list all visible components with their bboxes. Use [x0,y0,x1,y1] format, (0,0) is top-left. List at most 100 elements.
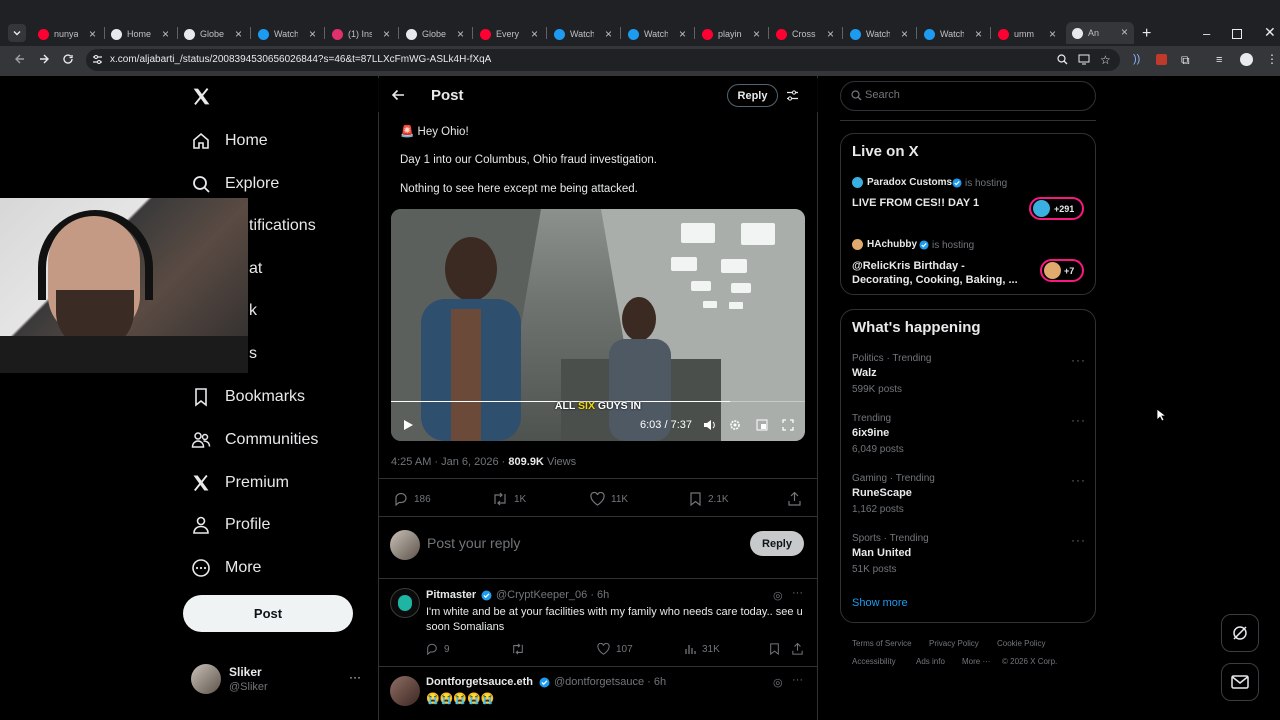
live-stream-title[interactable]: @RelicKris Birthday - Decorating, Cookin… [852,259,1024,287]
settings-sliders-icon[interactable] [786,89,799,102]
browser-tab[interactable]: Globe × [400,24,470,44]
close-window-button[interactable]: ✕ [1264,24,1276,41]
bookmark-star-icon[interactable]: ☆ [1100,53,1111,67]
sidebar-item-communities[interactable]: Communities [191,430,318,450]
settings-gear-icon[interactable] [729,419,741,431]
minimize-button[interactable]: – [1203,26,1210,41]
footer-cookie[interactable]: Cookie Policy [997,639,1045,648]
sidebar-item-bookmarks[interactable]: Bookmarks [191,387,305,407]
tab-close-icon[interactable]: × [975,27,982,41]
sidebar-item-notifications[interactable]: tifications [249,217,316,235]
sidebar-item-lists[interactable]: s [249,345,257,363]
tab-close-icon[interactable]: × [162,27,169,41]
trend-item[interactable]: Politics · Trending Walz 599K posts ··· [852,353,1088,403]
browser-tab[interactable]: nunya × [32,24,102,44]
reply-more-button[interactable]: ··· [792,587,803,599]
avatar[interactable] [390,588,420,618]
sidebar-item-more[interactable]: More [191,558,261,578]
reply-comment-button[interactable]: 9 [426,643,450,655]
tab-search-dropdown[interactable] [8,24,26,42]
repost-button[interactable]: 1K [492,492,526,506]
sidebar-item-explore[interactable]: Explore [191,174,279,194]
sidebar-item-chat[interactable]: at [249,260,262,278]
reply-share-button[interactable] [792,643,809,655]
back-icon[interactable] [14,53,26,65]
browser-tab[interactable]: Watch × [548,24,618,44]
sidebar-item-home[interactable]: Home [191,131,268,151]
extension-icon[interactable] [1156,54,1167,65]
reply-author-name[interactable]: Pitmaster [426,589,476,601]
live-host-name[interactable]: HAchubby [867,239,917,250]
reply-more-button[interactable]: ··· [792,674,803,686]
browser-tab[interactable]: Watch × [844,24,914,44]
trend-more-button[interactable]: ··· [1071,533,1086,547]
forward-icon[interactable] [38,53,50,65]
extensions-puzzle-icon[interactable]: ⧉ [1181,53,1190,68]
restore-button[interactable] [1232,29,1242,39]
browser-tab[interactable]: Watch × [622,24,692,44]
url-text[interactable]: x.com/aljabarti_/status/2008394530656026… [110,54,491,65]
back-arrow-icon[interactable] [391,88,405,102]
trend-more-button[interactable]: ··· [1071,413,1086,427]
zoom-icon[interactable] [1057,54,1068,65]
grok-floating-button[interactable] [1221,614,1259,652]
tab-close-icon[interactable]: × [1121,25,1128,39]
trend-item[interactable]: Sports · Trending Man United 51K posts ··· [852,533,1088,583]
avatar[interactable] [191,664,221,694]
sidebar-item-grok[interactable]: k [249,302,257,320]
tab-close-icon[interactable]: × [89,27,96,41]
browser-tab[interactable]: Watch × [918,24,988,44]
browser-tab[interactable]: Globe × [178,24,248,44]
sidebar-item-premium[interactable]: Premium [191,473,289,493]
browser-menu-icon[interactable]: ⋮ [1266,52,1278,66]
tab-close-icon[interactable]: × [605,27,612,41]
reply-repost-button[interactable] [511,643,531,655]
post-button[interactable]: Post [183,595,353,632]
footer-terms[interactable]: Terms of Service [852,639,912,648]
site-info-icon[interactable] [92,54,103,65]
footer-accessibility[interactable]: Accessibility [852,657,896,666]
live-stream-title[interactable]: LIVE FROM CES!! DAY 1 [852,197,979,209]
extension-audio-icon[interactable]: )) [1133,53,1140,65]
reply-views-button[interactable]: 31K [684,643,720,655]
tab-close-icon[interactable]: × [753,27,760,41]
browser-tab[interactable]: Every N × [474,24,544,44]
browser-tab[interactable]: Home × [105,24,175,44]
reply-like-button[interactable]: 107 [597,643,633,655]
new-tab-button[interactable]: + [1142,25,1151,43]
reply-author-name[interactable]: Dontforgetsauce.eth [426,676,533,688]
x-logo-icon[interactable] [191,86,212,107]
tab-close-icon[interactable]: × [235,27,242,41]
trend-more-button[interactable]: ··· [1071,353,1086,367]
play-icon[interactable] [402,419,414,431]
live-host-name[interactable]: Paradox Customs [867,177,952,188]
footer-more[interactable]: More ··· [962,657,990,666]
tab-close-icon[interactable]: × [309,27,316,41]
grok-icon[interactable]: ◎ [773,589,783,602]
browser-tab[interactable]: (1) Inst × [326,24,396,44]
fullscreen-icon[interactable] [782,419,794,431]
profile-avatar-icon[interactable] [1240,53,1253,66]
video-player[interactable]: ALL SIX GUYS IN 6:03 / 7:37 [391,209,805,441]
search-input[interactable]: Search [865,89,900,101]
footer-privacy[interactable]: Privacy Policy [929,639,979,648]
tab-close-icon[interactable]: × [1049,27,1056,41]
live-listeners-badge[interactable]: +291 [1029,197,1084,220]
picture-in-picture-icon[interactable] [756,419,768,431]
share-button[interactable] [788,492,807,506]
live-listeners-badge[interactable]: +7 [1040,259,1084,282]
reply-author-handle[interactable]: @CryptKeeper_06 · 6h [496,589,609,601]
header-reply-button[interactable]: Reply [727,84,778,107]
browser-tab[interactable]: An × [1066,22,1134,44]
reload-icon[interactable] [62,53,74,65]
tab-close-icon[interactable]: × [827,27,834,41]
tab-close-icon[interactable]: × [901,27,908,41]
browser-tab[interactable]: umm × [992,24,1062,44]
media-controls-icon[interactable]: ≡ [1216,54,1222,66]
tab-close-icon[interactable]: × [531,27,538,41]
volume-icon[interactable] [703,419,716,431]
reply-bookmark-button[interactable] [769,643,786,655]
sidebar-item-profile[interactable]: Profile [191,515,270,535]
browser-tab[interactable]: playing × [696,24,766,44]
reply-submit-button[interactable]: Reply [750,531,804,556]
